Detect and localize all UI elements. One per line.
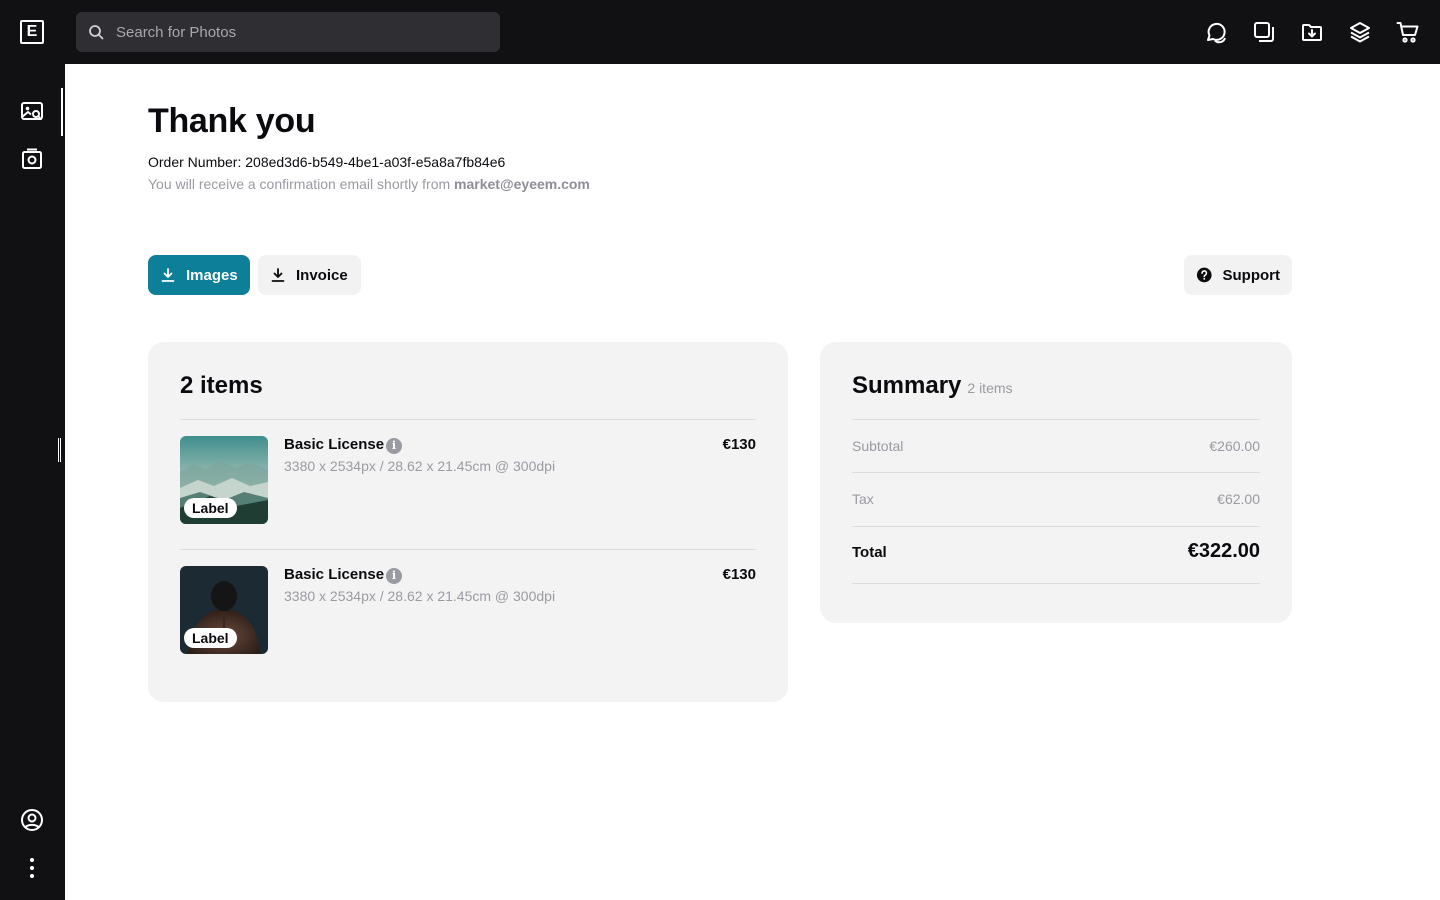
- download-icon: [271, 268, 285, 282]
- divider: [180, 549, 756, 550]
- download-icon: [161, 268, 175, 282]
- cart-item: Label Basic License i 3380 x 2534px / 28…: [180, 566, 756, 654]
- download-images-button[interactable]: Images: [148, 255, 250, 295]
- confirmation-email[interactable]: market@eyeem.com: [454, 176, 590, 192]
- divider: [852, 583, 1260, 584]
- subtotal-row: Subtotal €260.00: [852, 438, 1260, 454]
- tax-value: €62.00: [1217, 491, 1260, 507]
- copy-icon[interactable]: [1252, 18, 1276, 46]
- item-license: Basic License: [284, 566, 385, 583]
- summary-card: Summary 2 items Subtotal €260.00 Tax €62.…: [820, 342, 1292, 623]
- divider: [852, 526, 1260, 527]
- info-icon[interactable]: i: [386, 568, 402, 584]
- item-thumbnail[interactable]: Label: [180, 566, 268, 654]
- support-label: Support: [1222, 266, 1281, 284]
- tax-label: Tax: [852, 491, 874, 507]
- eyeem-logo[interactable]: E: [20, 20, 44, 44]
- item-price: €130: [722, 436, 756, 453]
- chat-icon[interactable]: [1204, 18, 1228, 46]
- item-license: Basic License: [284, 436, 385, 453]
- search-bar[interactable]: [76, 12, 500, 52]
- resize-handle[interactable]: [58, 438, 61, 462]
- download-invoice-label: Invoice: [296, 266, 348, 284]
- items-card: 2 items Label Basic License i 3380 x 253…: [148, 342, 788, 702]
- item-spec: 3380 x 2534px / 28.62 x 21.45cm @ 300dpi: [284, 458, 556, 474]
- download-images-label: Images: [186, 266, 238, 284]
- item-badge: Label: [184, 628, 237, 648]
- left-rail: [0, 64, 65, 900]
- divider: [180, 419, 756, 420]
- search-icon: [89, 25, 104, 40]
- item-price: €130: [722, 566, 756, 583]
- item-thumbnail[interactable]: Label: [180, 436, 268, 524]
- camera-icon[interactable]: [20, 147, 44, 171]
- download-folder-icon[interactable]: [1300, 18, 1324, 46]
- summary-heading: Summary 2 items: [852, 372, 1013, 400]
- active-nav-indicator: [61, 88, 63, 136]
- total-value: €322.00: [1187, 540, 1260, 562]
- divider: [852, 419, 1260, 420]
- support-button[interactable]: Support: [1184, 255, 1292, 295]
- search-input[interactable]: [116, 12, 486, 52]
- image-search-icon[interactable]: [20, 100, 44, 124]
- tax-row: Tax €62.00: [852, 491, 1260, 507]
- divider: [852, 472, 1260, 473]
- confirmation-text: You will receive a confirmation email sh…: [148, 176, 455, 192]
- cart-item: Label Basic License i 3380 x 2534px / 28…: [180, 436, 756, 524]
- page-title: Thank you: [148, 102, 316, 140]
- top-bar: E: [0, 0, 1440, 64]
- cart-icon[interactable]: [1396, 18, 1420, 46]
- help-icon: [1196, 267, 1212, 283]
- item-spec: 3380 x 2534px / 28.62 x 21.45cm @ 300dpi: [284, 588, 556, 604]
- subtotal-label: Subtotal: [852, 438, 904, 454]
- top-icon-group: [1204, 18, 1420, 46]
- user-icon[interactable]: [20, 808, 44, 832]
- info-icon[interactable]: i: [386, 438, 402, 454]
- total-label: Total: [852, 544, 887, 561]
- summary-title: Summary: [852, 372, 962, 399]
- summary-count: 2 items: [967, 380, 1013, 396]
- layers-icon[interactable]: [1348, 18, 1372, 46]
- download-invoice-button[interactable]: Invoice: [258, 255, 361, 295]
- confirmation-note: You will receive a confirmation email sh…: [148, 176, 590, 192]
- order-number: Order Number: 208ed3d6-b549-4be1-a03f-e5…: [148, 154, 506, 170]
- more-icon[interactable]: [20, 856, 44, 880]
- total-row: Total €322.00: [852, 540, 1260, 562]
- item-badge: Label: [184, 498, 237, 518]
- items-heading: 2 items: [180, 372, 263, 399]
- subtotal-value: €260.00: [1209, 438, 1260, 454]
